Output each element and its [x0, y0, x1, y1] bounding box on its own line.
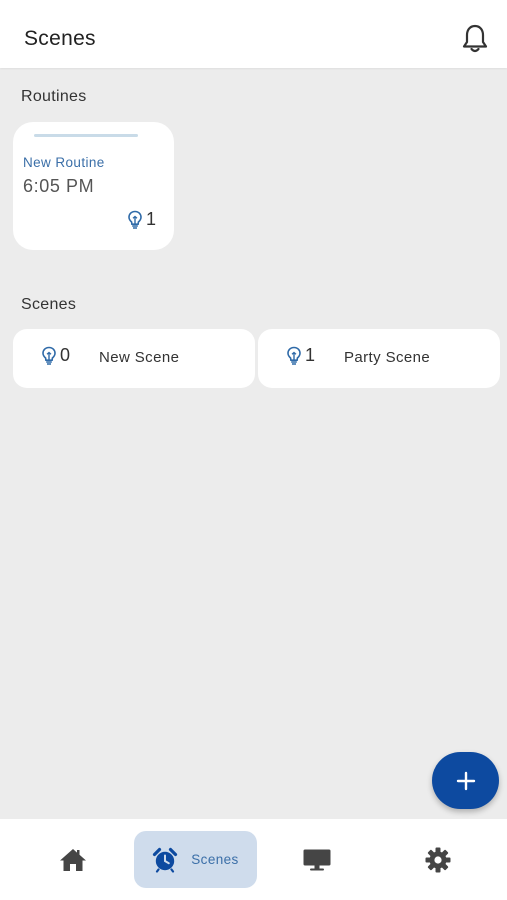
- scene-light-count: 0: [41, 345, 70, 366]
- nav-settings[interactable]: [408, 831, 468, 888]
- gear-icon: [425, 847, 451, 872]
- alarm-clock-icon: [153, 847, 178, 873]
- bottom-nav: Scenes: [0, 819, 507, 900]
- scene-light-count-value: 0: [60, 345, 71, 365]
- routine-card[interactable]: New Routine 6:05 PM 1: [13, 122, 174, 250]
- app-bar: Scenes: [0, 0, 507, 68]
- plus-icon: [456, 771, 475, 790]
- lightbulb-icon: [127, 210, 143, 230]
- routine-light-count-value: 1: [146, 209, 157, 229]
- scene-name: New Scene: [99, 349, 180, 366]
- lightbulb-icon: [286, 346, 302, 366]
- add-button[interactable]: [432, 752, 499, 809]
- routine-light-count: 1: [127, 209, 156, 230]
- nav-home[interactable]: [43, 831, 103, 888]
- monitor-icon: [303, 849, 331, 870]
- nav-scenes[interactable]: Scenes: [134, 831, 257, 888]
- home-icon: [60, 848, 86, 871]
- scenes-heading: Scenes: [21, 296, 77, 313]
- page-title: Scenes: [24, 27, 96, 50]
- routine-name: New Routine: [23, 155, 105, 170]
- routine-progress-bar: [34, 134, 138, 137]
- scene-card-party-scene[interactable]: 1 Party Scene: [258, 329, 500, 388]
- nav-scenes-label: Scenes: [191, 852, 239, 867]
- routines-heading: Routines: [21, 88, 87, 105]
- nav-devices[interactable]: [287, 831, 347, 888]
- scene-card-new-scene[interactable]: 0 New Scene: [13, 329, 255, 388]
- bell-icon[interactable]: [458, 22, 492, 56]
- routine-time: 6:05 PM: [23, 176, 95, 196]
- scene-light-count-value: 1: [305, 345, 316, 365]
- lightbulb-icon: [41, 346, 57, 366]
- scene-light-count: 1: [286, 345, 315, 366]
- scene-name: Party Scene: [344, 349, 431, 366]
